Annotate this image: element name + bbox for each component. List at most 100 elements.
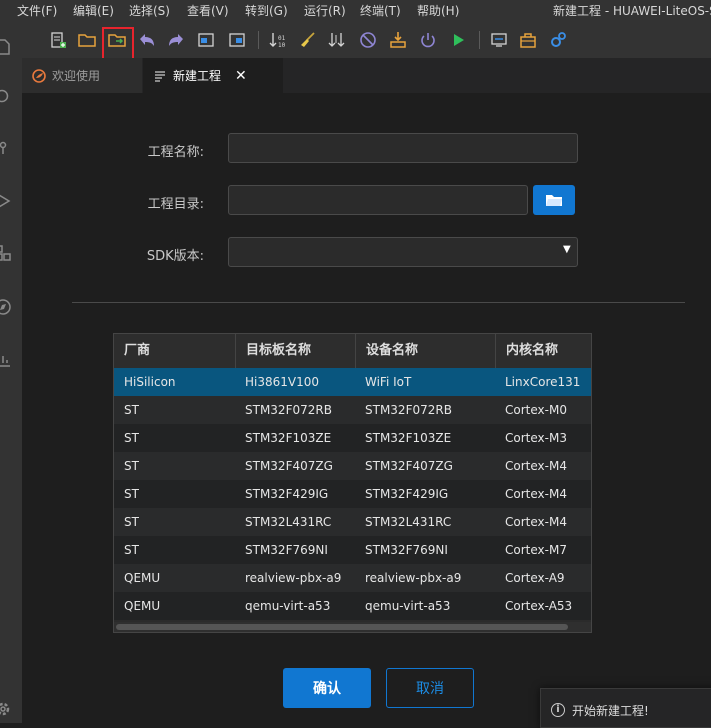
settings-gear-icon[interactable] — [548, 30, 568, 50]
import-icon[interactable] — [196, 30, 216, 50]
cell-core: Cortex-M3 — [505, 431, 567, 445]
table-row[interactable]: ST STM32L431RC STM32L431RC Cortex-M4 — [114, 508, 591, 536]
compass-icon[interactable] — [0, 298, 12, 316]
redo-icon[interactable] — [166, 30, 186, 50]
cell-device: STM32F072RB — [365, 403, 452, 417]
burn-icon[interactable] — [388, 30, 408, 50]
tab-welcome[interactable]: 欢迎使用 — [22, 58, 142, 93]
toolbar-separator — [479, 31, 480, 49]
divider — [72, 302, 685, 303]
cell-vendor: ST — [124, 403, 139, 417]
chevron-down-icon[interactable]: ▼ — [563, 244, 571, 255]
column-header-vendor[interactable]: 厂商 — [114, 334, 235, 368]
cell-vendor: ST — [124, 515, 139, 529]
manage-gear-icon[interactable] — [0, 700, 12, 718]
horizontal-scrollbar[interactable] — [114, 622, 591, 632]
cell-board: qemu-virt-a53 — [245, 599, 331, 613]
column-header-core[interactable]: 内核名称 — [495, 334, 591, 368]
toolbox-icon[interactable] — [518, 30, 538, 50]
close-icon[interactable]: ✕ — [235, 68, 247, 84]
toolbar-separator — [258, 31, 259, 49]
statistics-icon[interactable] — [0, 350, 12, 368]
cancel-button[interactable]: 取消 — [386, 668, 474, 708]
table-row[interactable]: ST STM32F769NI STM32F769NI Cortex-M7 — [114, 536, 591, 564]
cell-board: STM32F407ZG — [245, 459, 333, 473]
column-header-device[interactable]: 设备名称 — [355, 334, 495, 368]
table-row[interactable]: ST STM32F407ZG STM32F407ZG Cortex-M4 — [114, 452, 591, 480]
open-folder-icon[interactable] — [77, 30, 97, 50]
explorer-icon[interactable] — [0, 38, 12, 56]
activity-bar — [0, 20, 22, 723]
cell-board: realview-pbx-a9 — [245, 571, 342, 585]
search-icon[interactable] — [0, 88, 12, 106]
cell-device: realview-pbx-a9 — [365, 571, 462, 585]
scrollbar-thumb[interactable] — [116, 624, 568, 630]
tab-new-project[interactable]: 新建工程 ✕ — [143, 58, 283, 93]
debug-icon[interactable] — [0, 192, 12, 210]
table-row[interactable]: ST STM32F429IG STM32F429IG Cortex-M4 — [114, 480, 591, 508]
new-file-icon[interactable] — [48, 30, 68, 50]
project-name-input[interactable] — [228, 133, 578, 163]
tab-bar: 欢迎使用 新建工程 ✕ — [22, 58, 711, 93]
table-row[interactable]: ST STM32F072RB STM32F072RB Cortex-M0 — [114, 396, 591, 424]
table-row[interactable]: HiSilicon Hi3861V100 WiFi IoT LinxCore131 — [114, 368, 591, 396]
cell-vendor: ST — [124, 543, 139, 557]
stop-icon[interactable] — [358, 30, 378, 50]
run-icon[interactable] — [448, 30, 468, 50]
project-dir-label: 工程目录: — [147, 197, 204, 212]
table-row[interactable]: QEMU realview-pbx-a9 realview-pbx-a9 Cortex… — [114, 564, 591, 592]
cell-core: Cortex-M4 — [505, 459, 567, 473]
browse-folder-button[interactable] — [533, 185, 575, 215]
cell-board: STM32F103ZE — [245, 431, 332, 445]
power-icon[interactable] — [418, 30, 438, 50]
cell-device: STM32F407ZG — [365, 459, 453, 473]
menu-view[interactable]: 查看(V) — [187, 2, 229, 19]
huawei-logo-icon — [32, 68, 46, 83]
menu-bar: 文件(F) 编辑(E) 选择(S) 查看(V) 转到(G) 运行(R) 终端(T… — [0, 0, 711, 20]
cell-core: Cortex-A9 — [505, 571, 565, 585]
tab-new-project-label: 新建工程 — [173, 69, 222, 83]
table-header: 厂商 目标板名称 设备名称 内核名称 — [114, 334, 591, 368]
cell-vendor: HiSilicon — [124, 375, 176, 389]
cell-device: WiFi IoT — [365, 375, 412, 389]
cell-vendor: ST — [124, 431, 139, 445]
cell-core: Cortex-M0 — [505, 403, 567, 417]
menu-file[interactable]: 文件(F) — [17, 2, 57, 19]
menu-select[interactable]: 选择(S) — [129, 2, 170, 19]
clean-icon[interactable] — [298, 30, 318, 50]
extensions-icon[interactable] — [0, 244, 12, 262]
cell-vendor: QEMU — [124, 599, 161, 613]
cell-device: STM32F429IG — [365, 487, 449, 501]
menu-edit[interactable]: 编辑(E) — [73, 2, 114, 19]
source-control-icon[interactable] — [0, 140, 12, 158]
notification-toast: i 开始新建工程! — [540, 688, 711, 728]
confirm-button[interactable]: 确认 — [283, 668, 371, 708]
folder-open-icon — [546, 195, 562, 206]
export-icon[interactable] — [227, 30, 247, 50]
cell-core: Cortex-A53 — [505, 599, 573, 613]
board-table: 厂商 目标板名称 设备名称 内核名称 HiSilicon Hi3861V100 Wi… — [113, 333, 592, 633]
sdk-version-label: SDK版本: — [146, 249, 204, 264]
menu-help[interactable]: 帮助(H) — [417, 2, 459, 19]
tab-welcome-label: 欢迎使用 — [52, 69, 101, 83]
rebuild-icon[interactable] — [327, 30, 347, 50]
compile-icon[interactable]: 01 10 — [268, 30, 288, 50]
table-row[interactable]: QEMU qemu-virt-a53 qemu-virt-a53 Cortex-A53 — [114, 592, 591, 620]
info-icon: i — [551, 703, 565, 717]
cell-core: LinxCore131 — [505, 375, 581, 389]
sdk-version-select[interactable] — [228, 237, 578, 267]
menu-run[interactable]: 运行(R) — [304, 2, 346, 19]
project-dir-input[interactable] — [228, 185, 528, 215]
notification-text: 开始新建工程! — [572, 704, 649, 718]
menu-goto[interactable]: 转到(G) — [245, 2, 288, 19]
table-row[interactable]: ST STM32F103ZE STM32F103ZE Cortex-M3 — [114, 424, 591, 452]
project-name-label: 工程名称: — [147, 145, 204, 160]
window-title: 新建工程 - HUAWEI-LiteOS-St — [553, 4, 711, 18]
menu-terminal[interactable]: 终端(T) — [360, 2, 401, 19]
cell-device: STM32F103ZE — [365, 431, 452, 445]
serial-monitor-icon[interactable] — [489, 30, 509, 50]
cell-board: Hi3861V100 — [245, 375, 320, 389]
svg-text:01: 01 — [278, 35, 286, 42]
undo-icon[interactable] — [137, 30, 157, 50]
column-header-board[interactable]: 目标板名称 — [235, 334, 355, 368]
